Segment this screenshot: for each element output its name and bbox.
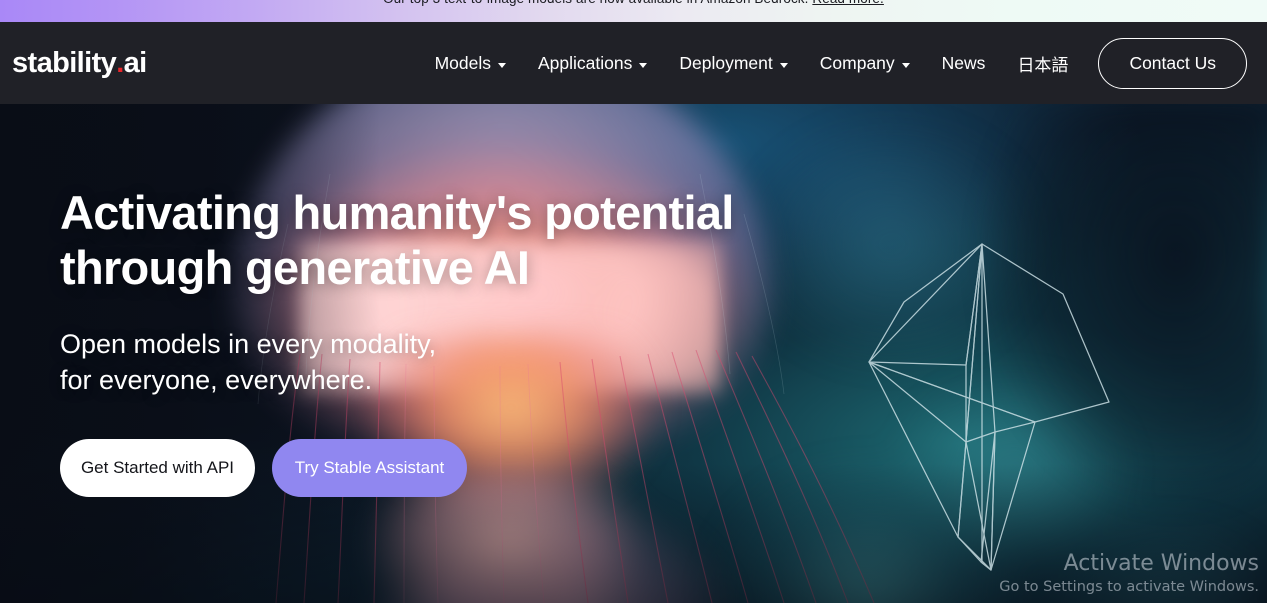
site-logo[interactable]: stability. ai	[12, 46, 148, 79]
promo-banner-content: Our top 3 text-to-image models are now a…	[0, 0, 1267, 6]
watermark-subtitle: Go to Settings to activate Windows.	[999, 579, 1259, 595]
nav-item-company[interactable]: Company	[804, 45, 926, 82]
main-navbar: stability. ai Models Applications Deploym…	[0, 22, 1267, 104]
nav-item-applications[interactable]: Applications	[522, 45, 663, 82]
get-started-with-api-button[interactable]: Get Started with API	[60, 438, 255, 497]
nav-item-deployment-label: Deployment	[679, 52, 773, 73]
promo-banner-text: Our top 3 text-to-image models are now a…	[383, 0, 808, 6]
hero-subtitle: Open models in every modality, for every…	[60, 327, 734, 399]
nav-links: Models Applications Deployment Company N…	[419, 37, 1267, 89]
promo-banner: Our top 3 text-to-image models are now a…	[0, 0, 1267, 22]
chevron-down-icon	[639, 62, 648, 68]
hero-cta-group: Get Started with API Try Stable Assistan…	[60, 438, 734, 497]
promo-read-more-link[interactable]: Read more.	[812, 0, 884, 6]
nav-item-news-label: News	[941, 52, 986, 73]
windows-activation-watermark: Activate Windows Go to Settings to activ…	[999, 550, 1259, 596]
watermark-title: Activate Windows	[1063, 550, 1259, 576]
nav-item-news[interactable]: News	[926, 45, 1002, 82]
hero-title: Activating humanity's potential through …	[60, 186, 734, 295]
nav-item-deployment[interactable]: Deployment	[663, 45, 803, 82]
hero-title-line-1: Activating humanity's potential	[60, 186, 734, 239]
try-stable-assistant-button[interactable]: Try Stable Assistant	[272, 438, 467, 497]
hero-title-line-2: through generative AI	[60, 240, 530, 294]
hero-content: Activating humanity's potential through …	[60, 186, 734, 497]
nav-item-japanese-label: 日本語	[1017, 55, 1069, 75]
chevron-down-icon	[901, 62, 910, 68]
hero-section: Activating humanity's potential through …	[0, 104, 1267, 603]
nav-item-models[interactable]: Models	[419, 45, 522, 82]
hero-subtitle-line-1: Open models in every modality,	[60, 329, 437, 360]
contact-us-button[interactable]: Contact Us	[1098, 37, 1247, 89]
chevron-down-icon	[498, 62, 506, 68]
nav-item-applications-label: Applications	[538, 52, 633, 73]
logo-text-ai: ai	[123, 46, 148, 79]
chevron-down-icon	[779, 62, 788, 68]
logo-dot-icon: .	[116, 46, 124, 79]
nav-item-company-label: Company	[819, 52, 895, 73]
logo-text-stability: stability	[12, 46, 117, 79]
hero-subtitle-line-2: for everyone, everywhere.	[60, 364, 373, 395]
nav-item-models-label: Models	[434, 52, 491, 73]
nav-item-japanese[interactable]: 日本語	[1001, 43, 1088, 84]
